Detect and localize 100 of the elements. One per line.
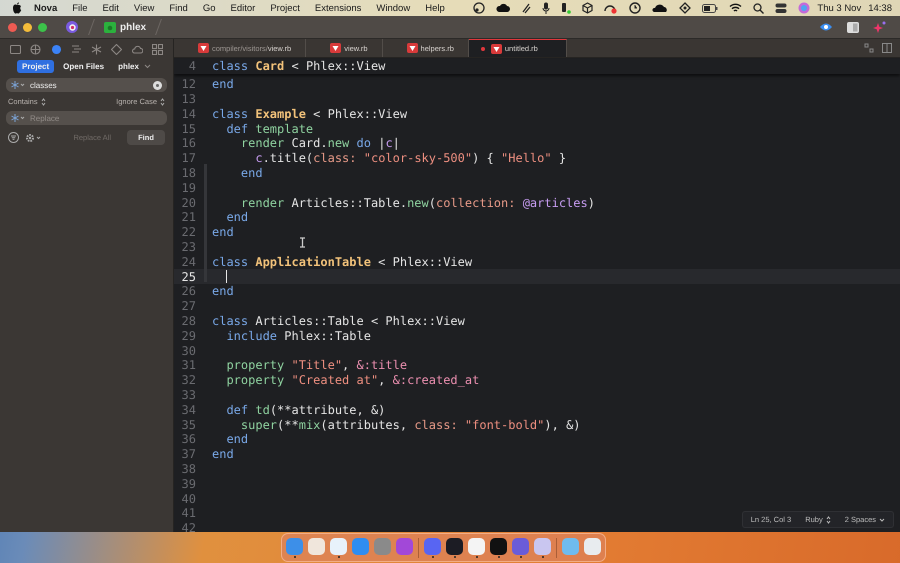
scope-tab[interactable]: phlex bbox=[113, 60, 156, 73]
line-number: 38 bbox=[180, 462, 197, 476]
filter-icon[interactable] bbox=[8, 132, 19, 143]
menu-item[interactable]: View bbox=[134, 2, 154, 14]
menu-item[interactable]: Extensions bbox=[314, 2, 362, 14]
line-number: 33 bbox=[180, 388, 197, 402]
minimize-button[interactable] bbox=[23, 22, 32, 32]
split-view-icon[interactable] bbox=[864, 43, 874, 53]
cube-icon[interactable] bbox=[582, 2, 594, 14]
code-line: end bbox=[212, 447, 234, 462]
control-center-icon[interactable] bbox=[775, 2, 788, 14]
asterisk-icon[interactable] bbox=[11, 81, 25, 89]
sidebar-toggle-icon[interactable] bbox=[847, 22, 859, 32]
list-tab-icon[interactable] bbox=[70, 44, 82, 55]
app-icon[interactable] bbox=[490, 538, 507, 554]
brush-icon[interactable] bbox=[473, 2, 486, 14]
close-button[interactable] bbox=[8, 22, 17, 32]
ruby-file-icon bbox=[490, 44, 502, 54]
line-number: 13 bbox=[180, 92, 197, 106]
line-number: 37 bbox=[180, 447, 197, 462]
line-number: 30 bbox=[180, 344, 197, 358]
line-number: 42 bbox=[180, 521, 197, 532]
code-line: property "Created at", &:created_at bbox=[225, 373, 480, 388]
wifi-icon[interactable] bbox=[729, 3, 742, 13]
line-number: 23 bbox=[180, 240, 197, 254]
cloud-tab-icon[interactable] bbox=[132, 44, 143, 55]
line-number: 4 bbox=[188, 59, 197, 74]
code-line: super(**mix(attributes, class: "font-bold"), &) bbox=[240, 418, 581, 432]
diamond-tab-icon[interactable] bbox=[111, 44, 122, 55]
battery-icon[interactable] bbox=[702, 4, 718, 12]
diamond-icon[interactable] bbox=[679, 2, 692, 14]
scope-tab[interactable]: Project bbox=[17, 60, 54, 73]
menu-item[interactable]: Editor bbox=[230, 2, 256, 14]
project-button[interactable]: phlex bbox=[104, 22, 146, 32]
line-number: 40 bbox=[180, 492, 197, 506]
code-line: class Card < Phlex::View bbox=[212, 59, 386, 74]
line-number: 28 bbox=[180, 314, 197, 328]
chevron-down-icon[interactable] bbox=[144, 64, 151, 69]
code-line: def template bbox=[225, 122, 314, 136]
line-number: 14 bbox=[180, 106, 197, 121]
line-number: 31 bbox=[180, 358, 197, 372]
app-logo-icon[interactable] bbox=[65, 20, 79, 34]
cloud-icon[interactable] bbox=[652, 3, 668, 13]
trash-icon[interactable] bbox=[584, 538, 601, 554]
line-number: 26 bbox=[180, 284, 197, 298]
layout-icon[interactable] bbox=[882, 43, 892, 53]
menu-item[interactable]: Project bbox=[270, 2, 300, 14]
code-line: c.title(class: "color-sky-500") { "Hello" } bbox=[254, 151, 566, 166]
clear-icon[interactable] bbox=[153, 80, 162, 90]
updown-chevron-icon bbox=[40, 98, 46, 106]
menu-item[interactable]: Help bbox=[425, 2, 445, 14]
scope-tab[interactable]: Open Files bbox=[58, 60, 110, 73]
menu-bar-time[interactable]: 14:38 bbox=[868, 2, 892, 14]
search-field[interactable]: classes bbox=[6, 78, 167, 92]
ruby-file-icon bbox=[198, 43, 209, 53]
search-tab-icon[interactable] bbox=[50, 44, 62, 55]
microphone-icon[interactable] bbox=[542, 2, 550, 14]
updown-chevron-icon bbox=[826, 516, 831, 524]
search-icon[interactable] bbox=[753, 2, 764, 14]
eye-icon[interactable] bbox=[819, 22, 833, 32]
folder-icon bbox=[104, 22, 116, 32]
zoom-button[interactable] bbox=[38, 22, 47, 32]
line-number: 19 bbox=[180, 180, 197, 195]
line-number: 22 bbox=[180, 225, 197, 240]
text-caret bbox=[226, 270, 228, 284]
menu-item[interactable]: File bbox=[72, 2, 88, 14]
grid-tab-icon[interactable] bbox=[152, 44, 163, 55]
sparkle-icon[interactable] bbox=[873, 20, 886, 34]
line-number: 20 bbox=[180, 196, 197, 210]
folder-tab-icon[interactable] bbox=[10, 44, 21, 55]
menu-item[interactable]: Window bbox=[376, 2, 410, 14]
code-line: def td(**attribute, &) bbox=[225, 402, 386, 417]
app-menu[interactable]: Nova bbox=[34, 2, 58, 14]
apple-logo-icon[interactable] bbox=[12, 2, 22, 14]
cloud-icon[interactable] bbox=[496, 3, 510, 13]
line-number: 34 bbox=[180, 402, 197, 417]
siri-icon[interactable] bbox=[798, 2, 810, 14]
code-line: end bbox=[212, 225, 234, 240]
app-icon[interactable] bbox=[446, 538, 463, 554]
menu-item[interactable]: Find bbox=[169, 2, 188, 14]
pen-icon[interactable] bbox=[521, 2, 532, 14]
menu-item[interactable]: Edit bbox=[102, 2, 119, 14]
line-number: 36 bbox=[180, 432, 197, 446]
settings-icon[interactable] bbox=[25, 132, 42, 142]
globe-tab-icon[interactable] bbox=[30, 44, 42, 55]
line-number: 27 bbox=[180, 299, 197, 314]
asterisk-icon[interactable] bbox=[11, 114, 25, 122]
menu-bar-date[interactable]: Thu 3 Nov bbox=[817, 2, 862, 14]
code-line: render Articles::Table.new(collection: @articles) bbox=[240, 196, 595, 210]
asterisk-tab-icon[interactable] bbox=[91, 44, 102, 55]
ruby-file-icon bbox=[406, 43, 418, 53]
chevron-down-icon bbox=[879, 518, 885, 522]
replace-field[interactable]: Replace bbox=[6, 111, 167, 125]
line-number: 17 bbox=[180, 151, 197, 166]
menu-item[interactable]: Go bbox=[202, 2, 216, 14]
line-number: 18 bbox=[180, 166, 197, 180]
code-line: property "Title", &:title bbox=[225, 358, 408, 372]
clock-icon[interactable] bbox=[629, 2, 642, 14]
phone-icon[interactable] bbox=[561, 2, 572, 14]
code-line: end bbox=[240, 166, 263, 180]
